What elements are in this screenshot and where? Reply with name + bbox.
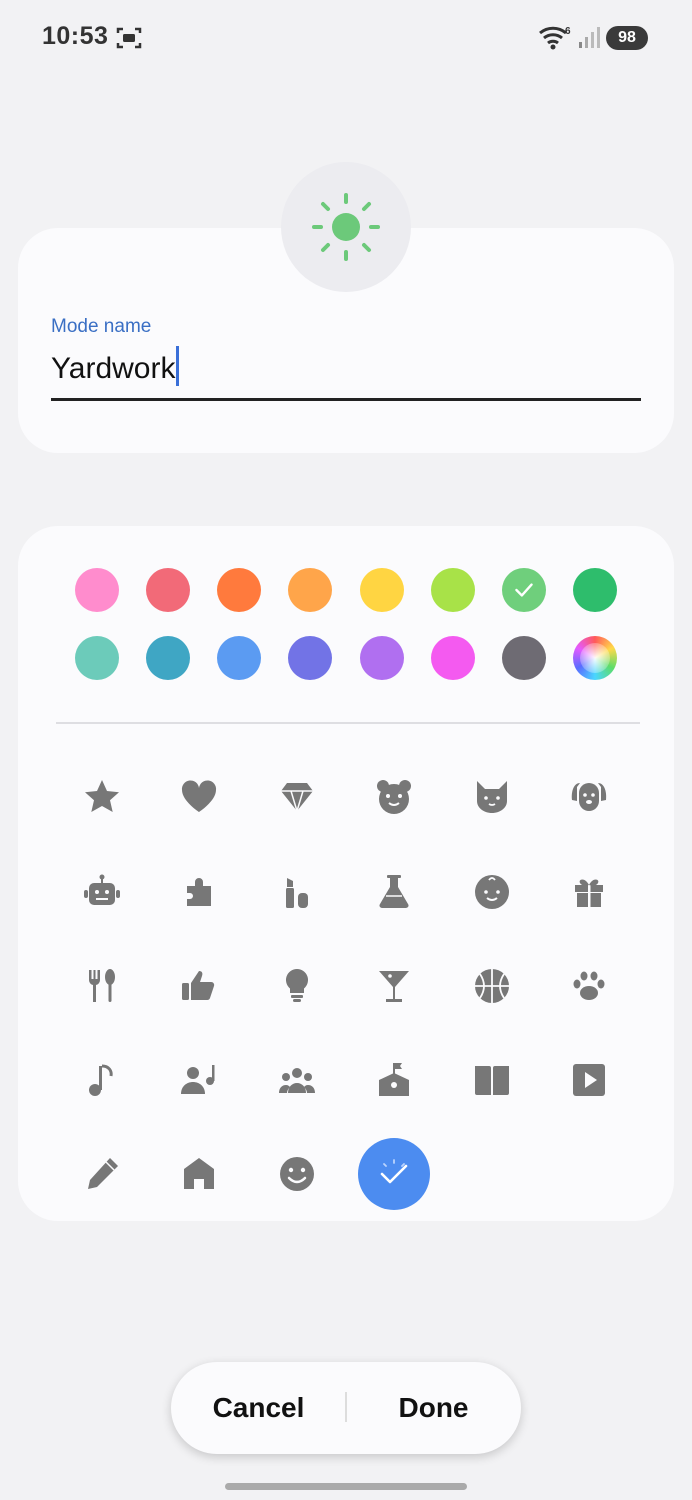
puzzle-icon: [187, 878, 211, 906]
star-icon: [85, 780, 119, 812]
battery-icon: 98: [606, 26, 648, 50]
basketball-icon: [475, 969, 509, 1003]
color-yellow[interactable]: [360, 568, 404, 612]
color-pink[interactable]: [75, 568, 119, 612]
color-red[interactable]: [146, 568, 190, 612]
text-caret: [176, 346, 180, 386]
cat-icon: [477, 781, 507, 813]
icon-option-home[interactable]: [163, 1138, 235, 1210]
icon-option-heart[interactable]: [163, 761, 235, 833]
music-note-icon: [89, 1064, 113, 1096]
icon-option-thumbs-up[interactable]: [163, 950, 235, 1022]
icon-option-school[interactable]: [358, 1044, 430, 1116]
icon-option-user-music[interactable]: [163, 1044, 235, 1116]
color-gray[interactable]: [502, 636, 546, 680]
smile-icon: [280, 1157, 314, 1191]
status-bar: 10:53 6 98: [0, 0, 692, 80]
gift-icon: [575, 879, 603, 907]
color-lime[interactable]: [431, 568, 475, 612]
icon-option-gift[interactable]: [553, 856, 625, 928]
icon-color-picker: [18, 526, 674, 1221]
wifi-icon: 6: [539, 26, 571, 50]
lightbulb-icon: [285, 969, 309, 1002]
icon-option-paw[interactable]: [553, 950, 625, 1022]
icon-option-robot[interactable]: [66, 856, 138, 928]
color-wheel-center: [580, 643, 610, 673]
pencil-icon: [88, 1158, 118, 1189]
icon-option-cosmetics[interactable]: [261, 856, 333, 928]
home-indicator[interactable]: [225, 1483, 467, 1490]
robot-icon: [84, 874, 120, 905]
flask-icon: [379, 875, 409, 908]
home-icon: [184, 1158, 214, 1189]
divider: [56, 722, 640, 724]
icon-option-star[interactable]: [66, 761, 138, 833]
heart-icon: [181, 780, 217, 812]
mode-name-input[interactable]: Yardwork: [51, 346, 180, 386]
color-teal[interactable]: [75, 636, 119, 680]
icon-option-cat[interactable]: [456, 761, 528, 833]
cancel-button[interactable]: Cancel: [171, 1362, 346, 1454]
color-custom-picker[interactable]: [573, 636, 617, 680]
icon-option-play[interactable]: [553, 1044, 625, 1116]
color-blue[interactable]: [217, 636, 261, 680]
icon-option-basketball[interactable]: [456, 950, 528, 1022]
color-indigo[interactable]: [288, 636, 332, 680]
color-light-orange[interactable]: [288, 568, 332, 612]
group-icon: [279, 1068, 315, 1093]
clock: 10:53: [42, 22, 109, 50]
paw-icon: [573, 971, 605, 1000]
icon-option-fork-spoon[interactable]: [66, 950, 138, 1022]
book-icon: [475, 1066, 509, 1095]
color-dark-green[interactable]: [573, 568, 617, 612]
thumbs-up-icon: [182, 971, 215, 1001]
baby-icon: [475, 875, 509, 909]
bear-icon: [377, 780, 411, 814]
dog-icon: [571, 783, 607, 811]
sun-icon: [312, 193, 380, 261]
icon-option-group[interactable]: [261, 1044, 333, 1116]
icon-option-book[interactable]: [456, 1044, 528, 1116]
icon-option-lightbulb[interactable]: [261, 950, 333, 1022]
icon-option-dog[interactable]: [553, 761, 625, 833]
svg-text:6: 6: [565, 26, 571, 37]
signal-icon: [579, 27, 600, 48]
color-purple[interactable]: [360, 636, 404, 680]
icon-option-smile[interactable]: [261, 1138, 333, 1210]
color-magenta[interactable]: [431, 636, 475, 680]
icon-option-cocktail[interactable]: [358, 950, 430, 1022]
diamond-icon: [281, 783, 313, 814]
mode-name-label: Mode name: [51, 316, 152, 337]
mode-name-value: Yardwork: [51, 352, 176, 385]
icon-option-diamond[interactable]: [261, 761, 333, 833]
icon-option-sun-selected[interactable]: [358, 1138, 430, 1210]
color-orange[interactable]: [217, 568, 261, 612]
icon-option-puzzle[interactable]: [163, 856, 235, 928]
school-icon: [379, 1063, 409, 1096]
cocktail-icon: [379, 971, 409, 1002]
mode-icon-preview[interactable]: [281, 162, 411, 292]
action-bar: Cancel Done: [171, 1362, 521, 1454]
icon-option-bear[interactable]: [358, 761, 430, 833]
fork-spoon-icon: [88, 969, 115, 1002]
done-button[interactable]: Done: [346, 1362, 521, 1454]
icon-option-pencil[interactable]: [66, 1138, 138, 1210]
color-cyan[interactable]: [146, 636, 190, 680]
icon-option-flask[interactable]: [358, 856, 430, 928]
input-underline: [51, 398, 641, 401]
icon-option-music-note[interactable]: [66, 1044, 138, 1116]
play-icon: [573, 1064, 605, 1096]
selected-sun-icon: [380, 1159, 408, 1184]
check-icon: [515, 583, 533, 597]
screenshot-icon: [116, 27, 142, 49]
icon-option-baby[interactable]: [456, 856, 528, 928]
user-music-icon: [181, 1065, 215, 1094]
color-green-selected[interactable]: [502, 568, 546, 612]
cosmetics-icon: [286, 878, 308, 908]
